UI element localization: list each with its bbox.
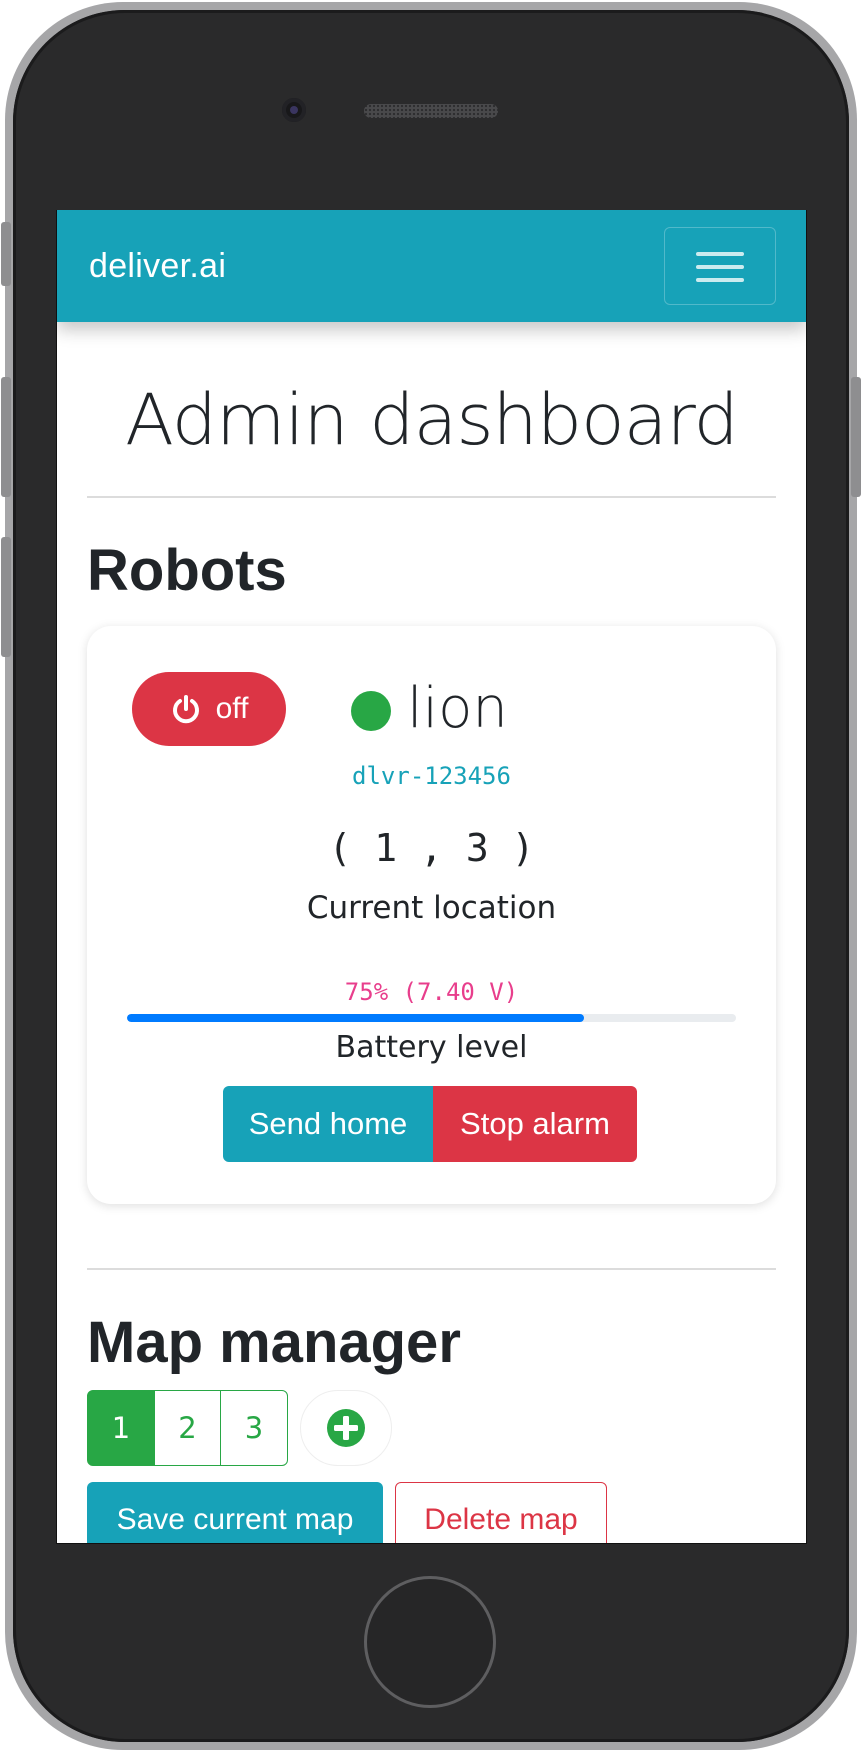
save-map-button[interactable]: Save current map xyxy=(87,1482,383,1543)
robot-id: dlvr-123456 xyxy=(352,762,511,790)
speaker-grille xyxy=(364,104,498,118)
power-side-button xyxy=(851,377,861,497)
battery-value: 75% (7.40 V) xyxy=(344,978,519,1006)
map-selector-row: 1 2 3 xyxy=(87,1390,776,1466)
map-page-3[interactable]: 3 xyxy=(220,1390,288,1466)
side-button xyxy=(1,222,11,286)
divider xyxy=(87,496,776,498)
robots-section-title: Robots xyxy=(87,538,287,603)
power-label: off xyxy=(215,692,249,725)
camera-icon xyxy=(282,98,306,122)
plus-circle-icon xyxy=(327,1409,365,1447)
location-label: Current location xyxy=(306,890,557,926)
volume-up-button xyxy=(1,377,11,497)
map-page-2[interactable]: 2 xyxy=(153,1390,222,1466)
map-manager-title: Map manager xyxy=(87,1310,461,1375)
robot-name: lion xyxy=(407,676,508,741)
status-indicator xyxy=(351,691,391,731)
main-content: Admin dashboard Robots off lion dlvr-123… xyxy=(57,379,806,1543)
power-toggle-button[interactable]: off xyxy=(132,672,286,746)
hamburger-icon[interactable] xyxy=(664,227,776,305)
map-actions: Save current map Delete map xyxy=(87,1482,776,1543)
robot-location: ( 1 , 3 ) xyxy=(328,826,535,870)
robot-card: off lion dlvr-123456 ( 1 , 3 ) Current l… xyxy=(87,626,776,1204)
delete-map-button[interactable]: Delete map xyxy=(395,1482,607,1543)
volume-down-button xyxy=(1,537,11,657)
phone-screen: deliver.ai Admin dashboard Robots off li… xyxy=(56,210,807,1544)
robot-actions: Send home Stop alarm xyxy=(223,1086,637,1162)
page-title: Admin dashboard xyxy=(125,379,739,461)
battery-progress xyxy=(127,1014,736,1022)
brand-logo[interactable]: deliver.ai xyxy=(89,247,226,286)
stop-alarm-button[interactable]: Stop alarm xyxy=(433,1086,637,1162)
map-page-1[interactable]: 1 xyxy=(87,1390,155,1466)
battery-progress-fill xyxy=(127,1014,584,1022)
divider xyxy=(87,1268,776,1270)
navbar: deliver.ai xyxy=(57,210,806,322)
send-home-button[interactable]: Send home xyxy=(223,1086,433,1162)
add-map-button[interactable] xyxy=(300,1390,392,1466)
battery-label: Battery level xyxy=(335,1030,528,1065)
home-button[interactable] xyxy=(364,1576,496,1708)
power-icon xyxy=(172,695,199,724)
map-pagination: 1 2 3 xyxy=(87,1390,288,1466)
